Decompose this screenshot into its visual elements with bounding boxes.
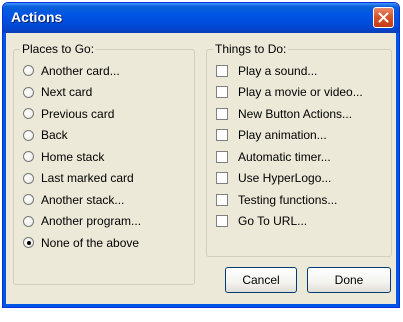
radio-option-label: Another card...	[41, 63, 120, 78]
places-option-list: Another card... Next card Previous card Bac…	[23, 60, 141, 254]
close-icon	[378, 12, 389, 23]
places-to-go-group: Places to Go: Another card... Next card Pr…	[13, 42, 195, 285]
radio-button[interactable]	[23, 215, 34, 227]
checkbox-option-testing-functions[interactable]: Testing functions...	[216, 189, 363, 211]
title-bar[interactable]: Actions	[3, 3, 399, 33]
radio-option-another-program[interactable]: Another program...	[23, 211, 141, 233]
things-option-list: Play a sound... Play a movie or video... N…	[216, 60, 363, 232]
radio-option-label: Another program...	[41, 214, 142, 229]
checkbox-option-play-a-sound[interactable]: Play a sound...	[216, 60, 363, 82]
radio-option-last-marked-card[interactable]: Last marked card	[23, 168, 141, 190]
checkbox[interactable]	[216, 215, 228, 228]
radio-button[interactable]	[23, 172, 34, 184]
checkbox-option-label: Go To URL...	[238, 214, 308, 229]
radio-button[interactable]	[23, 194, 34, 206]
checkbox-option-label: Automatic timer...	[238, 149, 331, 164]
radio-button[interactable]	[23, 151, 34, 163]
close-button[interactable]	[373, 7, 394, 28]
radio-option-label: None of the above	[41, 235, 140, 250]
checkbox-option-label: Testing functions...	[238, 192, 338, 207]
checkbox-option-new-button-actions[interactable]: New Button Actions...	[216, 103, 363, 125]
checkbox-option-play-animation[interactable]: Play animation...	[216, 125, 363, 147]
checkbox-option-play-a-movie-or-video[interactable]: Play a movie or video...	[216, 82, 363, 104]
radio-option-none-of-the-above[interactable]: None of the above	[23, 232, 141, 254]
radio-option-label: Last marked card	[41, 171, 134, 186]
radio-option-label: Another stack...	[41, 192, 125, 207]
actions-dialog: Actions Places to Go: Another card... Nex…	[2, 2, 400, 308]
radio-button[interactable]	[23, 86, 34, 98]
radio-option-label: Back	[41, 128, 68, 143]
things-to-do-group: Things to Do: Play a sound... Play a movi…	[206, 42, 392, 257]
checkbox[interactable]	[216, 129, 228, 142]
radio-option-label: Home stack	[41, 149, 105, 164]
checkbox-option-label: Play a sound...	[238, 63, 318, 78]
checkbox-option-use-hyperlogo[interactable]: Use HyperLogo...	[216, 168, 363, 190]
radio-option-label: Previous card	[41, 106, 115, 121]
checkbox-option-label: Play animation...	[238, 128, 327, 143]
radio-option-previous-card[interactable]: Previous card	[23, 103, 141, 125]
radio-option-home-stack[interactable]: Home stack	[23, 146, 141, 168]
radio-button[interactable]	[23, 129, 34, 141]
radio-button-selected[interactable]	[23, 237, 34, 249]
things-to-do-title: Things to Do:	[213, 42, 289, 56]
checkbox[interactable]	[216, 64, 228, 77]
radio-option-another-stack[interactable]: Another stack...	[23, 189, 141, 211]
checkbox[interactable]	[216, 150, 228, 163]
checkbox-option-label: Use HyperLogo...	[238, 171, 332, 186]
checkbox-option-label: Play a movie or video...	[238, 85, 363, 100]
places-to-go-title: Places to Go:	[20, 42, 97, 56]
checkbox[interactable]	[216, 86, 228, 99]
done-button[interactable]: Done	[307, 267, 391, 293]
dialog-body: Places to Go: Another card... Next card Pr…	[6, 33, 396, 304]
checkbox[interactable]	[216, 172, 228, 185]
radio-option-another-card[interactable]: Another card...	[23, 60, 141, 82]
window-title: Actions	[11, 9, 63, 25]
cancel-button[interactable]: Cancel	[225, 267, 297, 293]
checkbox-option-go-to-url[interactable]: Go To URL...	[216, 211, 363, 233]
radio-option-next-card[interactable]: Next card	[23, 82, 141, 104]
checkbox[interactable]	[216, 107, 228, 120]
radio-option-back[interactable]: Back	[23, 125, 141, 147]
checkbox-option-automatic-timer[interactable]: Automatic timer...	[216, 146, 363, 168]
radio-button[interactable]	[23, 108, 34, 120]
checkbox[interactable]	[216, 193, 228, 206]
radio-option-label: Next card	[41, 85, 93, 100]
radio-button[interactable]	[23, 65, 34, 77]
checkbox-option-label: New Button Actions...	[238, 106, 353, 121]
